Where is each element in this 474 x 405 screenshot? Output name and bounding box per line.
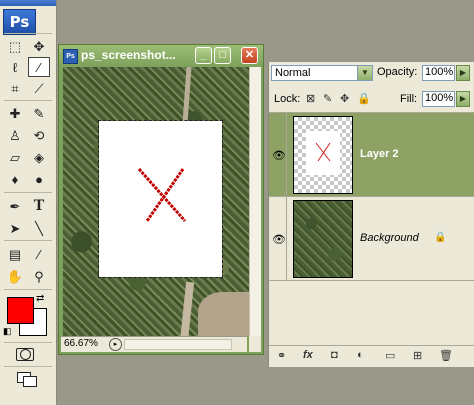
document-icon: Ps [63, 49, 78, 64]
tools-palette: Ps ⬚ ✥ ℓ ⁄ ⌗ ⟋ ✚ ✎ ♙ ⟲ ▱ ◈ ♦ ● ✒ T ➤ ╲ ▤… [0, 0, 57, 405]
opacity-slider-arrow-icon[interactable]: ▶ [456, 65, 470, 81]
blend-mode-value: Normal [275, 67, 311, 79]
history-brush-icon[interactable]: ⟲ [29, 126, 49, 144]
document-statusbar: 66.67% ▸ [61, 336, 247, 352]
maximize-button[interactable]: □ [214, 47, 231, 64]
fill-input[interactable]: 100% [422, 91, 455, 107]
zoom-level[interactable]: 66.67% [64, 338, 98, 349]
link-layers-icon[interactable]: ⚭ [277, 349, 286, 362]
tools-separator [4, 366, 52, 367]
logo-text: Ps [9, 13, 30, 31]
move-icon[interactable]: ✥ [29, 37, 49, 55]
status-menu-icon[interactable]: ▸ [109, 338, 122, 351]
document-titlebar[interactable]: Ps ps_screenshot... _ □ ✕ [59, 45, 263, 66]
thumbnail-red-x [315, 142, 331, 162]
blend-mode-select[interactable]: Normal ▼ [271, 65, 373, 81]
minimize-button[interactable]: _ [195, 47, 212, 64]
screen-mode-icon[interactable] [17, 372, 37, 387]
layer-list: 👁 Layer 2 👁 Background 🔒 [269, 112, 474, 346]
aerial-bare-ground [198, 292, 249, 336]
close-button[interactable]: ✕ [241, 47, 258, 64]
new-layer-icon[interactable]: ⊞ [413, 349, 422, 362]
dodge-icon[interactable]: ● [29, 170, 49, 188]
layers-palette: Normal ▼ Opacity: 100% ▶ Lock: ⊠ ✎ ✥ 🔒 F… [268, 62, 474, 367]
chevron-down-icon[interactable]: ▼ [357, 66, 372, 80]
layer-thumbnail [293, 116, 353, 194]
layer-style-icon[interactable]: fx [303, 349, 313, 361]
red-x-mark [137, 168, 187, 222]
eye-icon[interactable]: 👁 [272, 233, 286, 246]
image-canvas[interactable] [63, 67, 249, 336]
eye-icon[interactable]: 👁 [272, 149, 286, 162]
lock-pixels-icon[interactable]: ✎ [323, 92, 332, 105]
tools-separator [4, 33, 52, 34]
clone-stamp-icon[interactable]: ♙ [5, 126, 25, 144]
vertical-scrollbar[interactable] [249, 67, 261, 336]
opacity-label: Opacity: [377, 66, 418, 78]
tools-separator [4, 100, 52, 101]
tools-separator [4, 342, 52, 343]
visibility-column: 👁 [269, 197, 287, 280]
layer-name[interactable]: Layer 2 [360, 148, 399, 160]
thumbnail-white-area [306, 131, 340, 175]
horizontal-scrollbar[interactable] [124, 339, 232, 350]
lasso-icon[interactable]: ℓ [5, 58, 25, 76]
line-icon[interactable]: ╲ [29, 219, 49, 237]
opacity-input[interactable]: 100% [422, 65, 455, 81]
tools-separator [4, 240, 52, 241]
notes-icon[interactable]: ▤ [5, 245, 25, 263]
lock-transparency-icon[interactable]: ⊠ [306, 92, 315, 105]
eraser-icon[interactable]: ▱ [5, 148, 25, 166]
document-window: Ps ps_screenshot... _ □ ✕ 66.67% ▸ [58, 44, 264, 355]
brush-icon[interactable]: ✎ [29, 104, 49, 122]
marquee-icon[interactable]: ⬚ [5, 37, 25, 55]
tools-gripbar[interactable] [0, 0, 56, 6]
crop-icon[interactable]: ⌗ [5, 79, 25, 97]
add-mask-icon[interactable]: ◘ [331, 349, 338, 361]
blur-icon[interactable]: ♦ [5, 170, 25, 188]
path-selection-icon[interactable]: ➤ [5, 219, 25, 237]
foreground-color-swatch[interactable] [7, 297, 34, 324]
lock-position-icon[interactable]: ✥ [340, 92, 349, 105]
fill-slider-arrow-icon[interactable]: ▶ [456, 91, 470, 107]
layer-row[interactable]: 👁 Background 🔒 [269, 197, 474, 281]
fill-label: Fill: [400, 93, 418, 105]
magic-wand-icon[interactable]: ⁄ [28, 57, 50, 77]
tools-separator [4, 289, 52, 290]
document-title: ps_screenshot... [81, 48, 176, 62]
resize-grip[interactable] [249, 336, 261, 352]
visibility-column: 👁 [269, 113, 287, 196]
white-selection-area[interactable] [98, 120, 223, 278]
aerial-road [179, 281, 195, 336]
healing-brush-icon[interactable]: ✚ [5, 104, 25, 122]
hand-icon[interactable]: ✋ [5, 267, 25, 285]
tools-separator [4, 192, 52, 193]
layers-bottom-bar: ⚭ fx ◘ ◐ ▭ ⊞ 🗑 [269, 345, 474, 365]
quick-mask-icon[interactable] [16, 348, 34, 361]
layer-name[interactable]: Background [360, 232, 419, 244]
layer-row[interactable]: 👁 Layer 2 [269, 113, 474, 197]
adjustment-layer-icon[interactable]: ◐ [357, 349, 364, 361]
layer-thumbnail [293, 200, 353, 278]
photoshop-logo[interactable]: Ps [3, 9, 36, 35]
lock-label: Lock: [274, 93, 301, 105]
swap-colors-icon[interactable]: ⇄ [36, 293, 44, 304]
lock-all-icon[interactable]: 🔒 [357, 92, 371, 105]
lock-icon: 🔒 [434, 232, 447, 243]
pen-icon[interactable]: ✒ [5, 197, 25, 215]
zoom-icon[interactable]: ⚲ [29, 267, 49, 285]
slice-icon[interactable]: ⟋ [29, 79, 49, 97]
new-group-icon[interactable]: ▭ [385, 349, 395, 362]
delete-layer-icon[interactable]: 🗑 [439, 349, 453, 362]
eyedropper-icon[interactable]: ⁄ [29, 245, 49, 263]
type-icon[interactable]: T [29, 197, 49, 215]
default-colors-icon[interactable]: ◧ [3, 326, 12, 337]
paint-bucket-icon[interactable]: ◈ [29, 148, 49, 166]
